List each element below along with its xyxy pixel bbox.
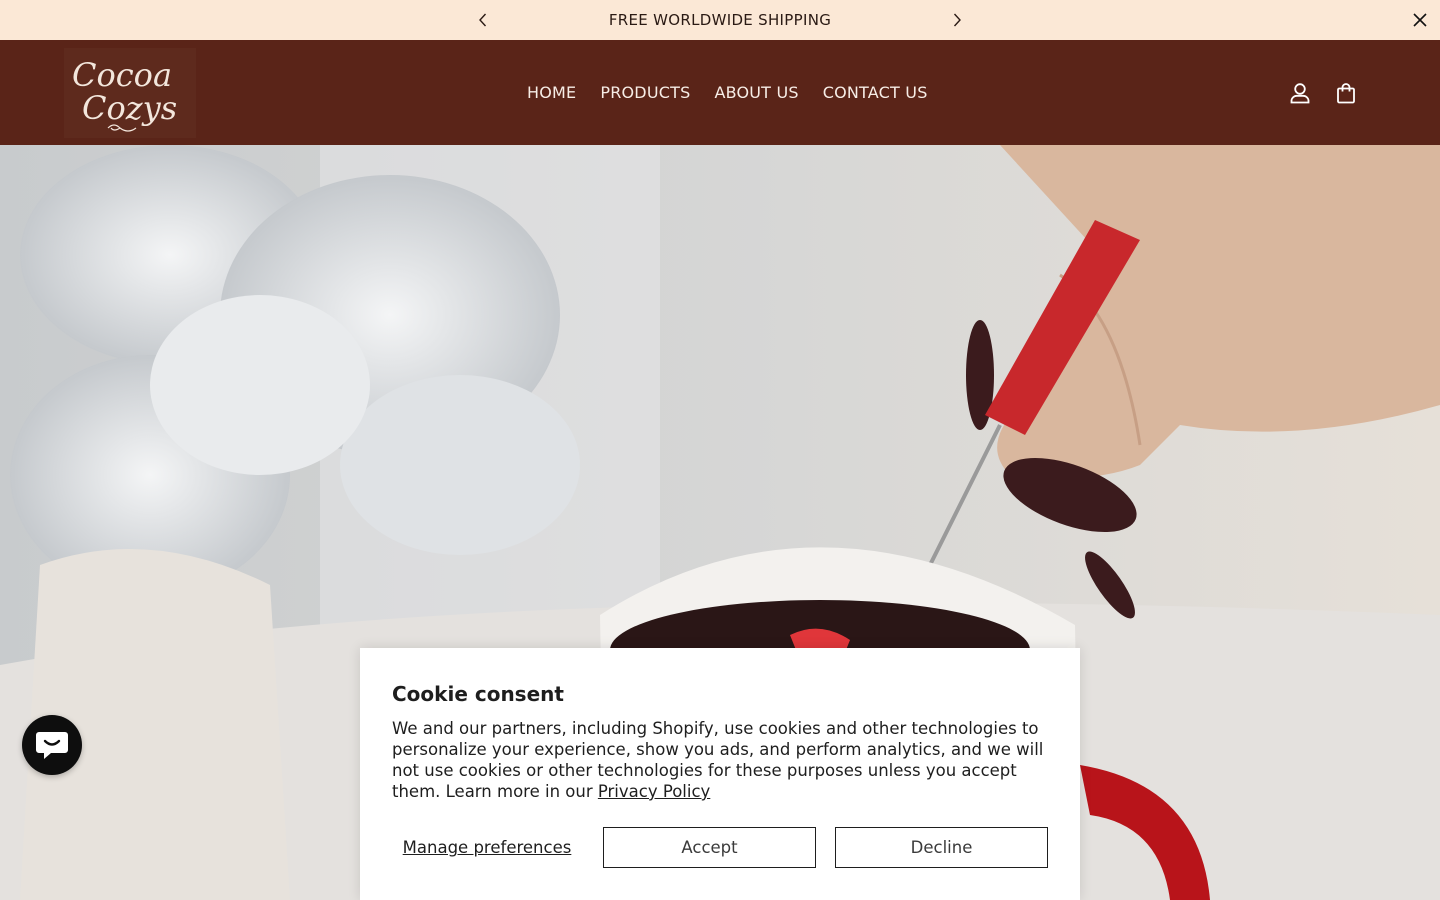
nav-item-home[interactable]: HOME (515, 83, 588, 102)
cookie-body-text: We and our partners, including Shopify, … (392, 719, 1044, 801)
accept-button[interactable]: Accept (603, 827, 816, 868)
nav-item-about-us[interactable]: ABOUT US (702, 83, 810, 102)
site-header: Cocoa Cozys HOME PRODUCTS ABOUT US CONTA… (0, 40, 1440, 145)
manage-preferences-button[interactable]: Manage preferences (392, 827, 582, 868)
nav-item-contact-us[interactable]: CONTACT US (811, 83, 940, 102)
decline-button[interactable]: Decline (835, 827, 1048, 868)
user-icon[interactable] (1287, 80, 1313, 106)
announcement-bar: FREE WORLDWIDE SHIPPING (0, 0, 1440, 40)
site-logo[interactable]: Cocoa Cozys (64, 48, 196, 138)
main-nav: HOME PRODUCTS ABOUT US CONTACT US (515, 40, 940, 145)
chat-bubble-icon (36, 732, 68, 759)
shopping-bag-icon[interactable] (1333, 80, 1359, 106)
chevron-right-icon[interactable] (947, 10, 967, 30)
logo-text-line2: Cozys (82, 89, 177, 127)
nav-item-products[interactable]: PRODUCTS (588, 83, 702, 102)
close-icon[interactable] (1410, 10, 1430, 30)
privacy-policy-link[interactable]: Privacy Policy (598, 782, 710, 801)
cookie-body: We and our partners, including Shopify, … (392, 718, 1052, 802)
announcement-text: FREE WORLDWIDE SHIPPING (608, 11, 832, 29)
chat-button[interactable] (22, 715, 82, 775)
cookie-consent-dialog: Cookie consent We and our partners, incl… (360, 648, 1080, 900)
cookie-title: Cookie consent (392, 682, 564, 706)
